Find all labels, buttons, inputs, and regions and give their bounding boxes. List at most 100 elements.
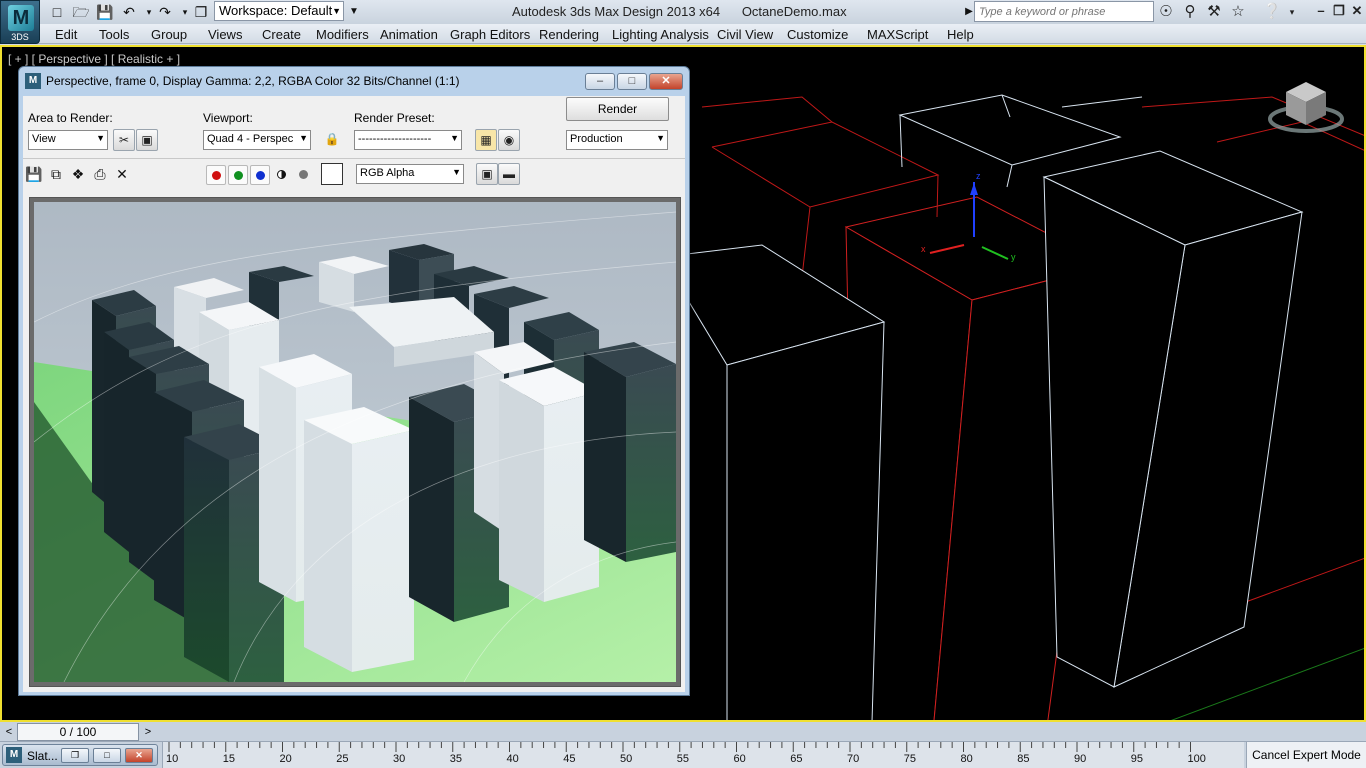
render-window-titlebar[interactable]: M Perspective, frame 0, Display Gamma: 2… [19, 67, 689, 95]
frame-ticks-ruler[interactable]: 10 15 20 25 30 35 40 45 50 55 60 65 70 75 80 85 90 95 100 [162, 742, 1244, 768]
viewcube-icon[interactable] [1266, 77, 1346, 137]
auto-region-icon[interactable]: ▣ [136, 129, 158, 151]
green-channel-toggle[interactable] [228, 165, 248, 185]
application-button[interactable]: M 3DS [0, 0, 40, 44]
clear-image-icon[interactable]: ✕ [113, 165, 131, 183]
render-preset-dropdown[interactable]: -------------------- ▼ [354, 130, 462, 150]
alpha-channel-toggle[interactable] [294, 165, 314, 185]
binoculars-icon[interactable]: ☉ [1156, 2, 1176, 22]
color-swatch[interactable] [321, 163, 343, 185]
next-frame-button[interactable]: > [141, 724, 155, 740]
monochrome-toggle[interactable] [272, 165, 292, 185]
rendered-image-frame [29, 197, 681, 687]
menu-animation[interactable]: Animation [380, 27, 438, 42]
menu-create[interactable]: Create [262, 27, 301, 42]
tick-label: 65 [790, 753, 803, 765]
edit-region-icon[interactable]: ✂ [113, 129, 135, 151]
project-folder-icon[interactable]: ❐ [192, 3, 210, 21]
minimize-icon[interactable]: – [585, 73, 615, 90]
menu-lighting-analysis[interactable]: Lighting Analysis [612, 27, 709, 42]
chevron-down-icon: ▼ [94, 133, 105, 143]
save-image-icon[interactable]: 💾 [25, 165, 43, 183]
tick-label: 15 [222, 753, 235, 765]
workspace-label: Workspace: Default [219, 3, 333, 18]
restore-icon[interactable]: ❐ [1330, 2, 1348, 20]
new-file-icon[interactable]: □ [48, 3, 66, 21]
menu-views[interactable]: Views [208, 27, 242, 42]
search-input[interactable] [974, 1, 1154, 22]
tick-label: 40 [506, 753, 519, 765]
viewport-dropdown[interactable]: Quad 4 - Perspec ▼ [203, 130, 311, 150]
environment-effects-icon[interactable]: ◉ [498, 129, 520, 151]
render-setup-icon[interactable]: ▦ [475, 129, 497, 151]
viewport-label[interactable]: [ + ] [ Perspective ] [ Realistic + ] [8, 52, 180, 66]
app-title: Autodesk 3ds Max Design 2013 x64 [512, 4, 721, 19]
gray-dot-icon [299, 170, 308, 179]
tick-label: 10 [166, 753, 179, 765]
maximize-icon[interactable]: □ [617, 73, 647, 90]
tick-label: 25 [336, 753, 349, 765]
render-button[interactable]: Render [566, 97, 669, 121]
menu-maxscript[interactable]: MAXScript [867, 27, 928, 42]
white-building-top-1 [898, 94, 1122, 166]
print-image-icon[interactable]: ⎙ [91, 165, 109, 183]
area-to-render-value: View [32, 133, 56, 145]
workspace-dropdown[interactable]: Workspace: Default ▼ [214, 1, 344, 21]
render-preset-label: Render Preset: [354, 111, 435, 125]
display-channel-dropdown[interactable]: RGB Alpha ▼ [356, 164, 464, 184]
lock-icon[interactable]: 🔒 [321, 129, 343, 151]
slate-material-editor-tab[interactable]: M Slat... ❐ □ ✕ [2, 744, 158, 766]
production-dropdown[interactable]: Production ▼ [566, 130, 668, 150]
menu-modifiers[interactable]: Modifiers [316, 27, 369, 42]
viewport-value: Quad 4 - Perspec [207, 133, 294, 145]
menu-graph-editors[interactable]: Graph Editors [450, 27, 530, 42]
max-logo-icon: M [6, 747, 22, 763]
menu-help[interactable]: Help [947, 27, 974, 42]
red-channel-toggle[interactable] [206, 165, 226, 185]
menu-tools[interactable]: Tools [99, 27, 129, 42]
tick-label: 80 [960, 753, 973, 765]
help-icon[interactable]: ❔ [1262, 2, 1282, 22]
time-slider-thumb[interactable]: 0 / 100 [17, 723, 139, 741]
open-file-icon[interactable]: 🗁 [72, 3, 90, 21]
clone-frame-icon[interactable]: ❖ [69, 165, 87, 183]
help-dropdown-icon[interactable]: ▾ [1282, 2, 1302, 22]
favorites-star-icon[interactable]: ☆ [1228, 2, 1248, 22]
close-icon[interactable]: ✕ [649, 73, 683, 90]
title-bar: M 3DS □ 🗁 💾 ↶ ▾ ↷ ▾ ❐ Workspace: Default… [0, 0, 1366, 44]
previous-frame-button[interactable]: < [2, 724, 16, 740]
communication-center-icon[interactable]: ⚒ [1204, 2, 1224, 22]
close-icon[interactable]: ✕ [125, 748, 153, 763]
customize-toolbar-icon[interactable]: ▼ [345, 3, 363, 21]
save-file-icon[interactable]: 💾 [96, 3, 114, 21]
toggle-ui-icon[interactable]: ▬ [498, 163, 520, 185]
tick-label: 20 [279, 753, 292, 765]
menu-group[interactable]: Group [151, 27, 187, 42]
slate-label: Slat... [27, 749, 58, 763]
menu-civil-view[interactable]: Civil View [717, 27, 773, 42]
tick-label: 70 [847, 753, 860, 765]
menu-customize[interactable]: Customize [787, 27, 848, 42]
svg-text:z: z [976, 171, 981, 181]
maximize-icon[interactable]: □ [93, 748, 121, 763]
subscription-center-icon[interactable]: ⚲ [1180, 2, 1200, 22]
cancel-expert-mode-button[interactable]: Cancel Expert Mode [1246, 742, 1366, 768]
restore-icon[interactable]: ❐ [61, 748, 89, 763]
toggle-ui-overlay-icon[interactable]: ▣ [476, 163, 498, 185]
chevron-down-icon: ▼ [654, 133, 665, 143]
render-window-title: Perspective, frame 0, Display Gamma: 2,2… [46, 74, 460, 88]
tick-label: 30 [393, 753, 406, 765]
close-icon[interactable]: ✕ [1348, 2, 1366, 20]
copy-image-icon[interactable]: ⧉ [47, 165, 65, 183]
render-frame-window[interactable]: M Perspective, frame 0, Display Gamma: 2… [18, 66, 690, 696]
menu-rendering[interactable]: Rendering [539, 27, 599, 42]
tick-label: 35 [449, 753, 462, 765]
area-to-render-dropdown[interactable]: View ▼ [28, 130, 108, 150]
undo-icon[interactable]: ↶ [120, 3, 138, 21]
blue-channel-toggle[interactable] [250, 165, 270, 185]
white-building-front-3 [726, 321, 885, 720]
minimize-icon[interactable]: – [1312, 2, 1330, 20]
svg-text:y: y [1011, 252, 1016, 262]
menu-edit[interactable]: Edit [55, 27, 77, 42]
redo-icon[interactable]: ↷ [156, 3, 174, 21]
